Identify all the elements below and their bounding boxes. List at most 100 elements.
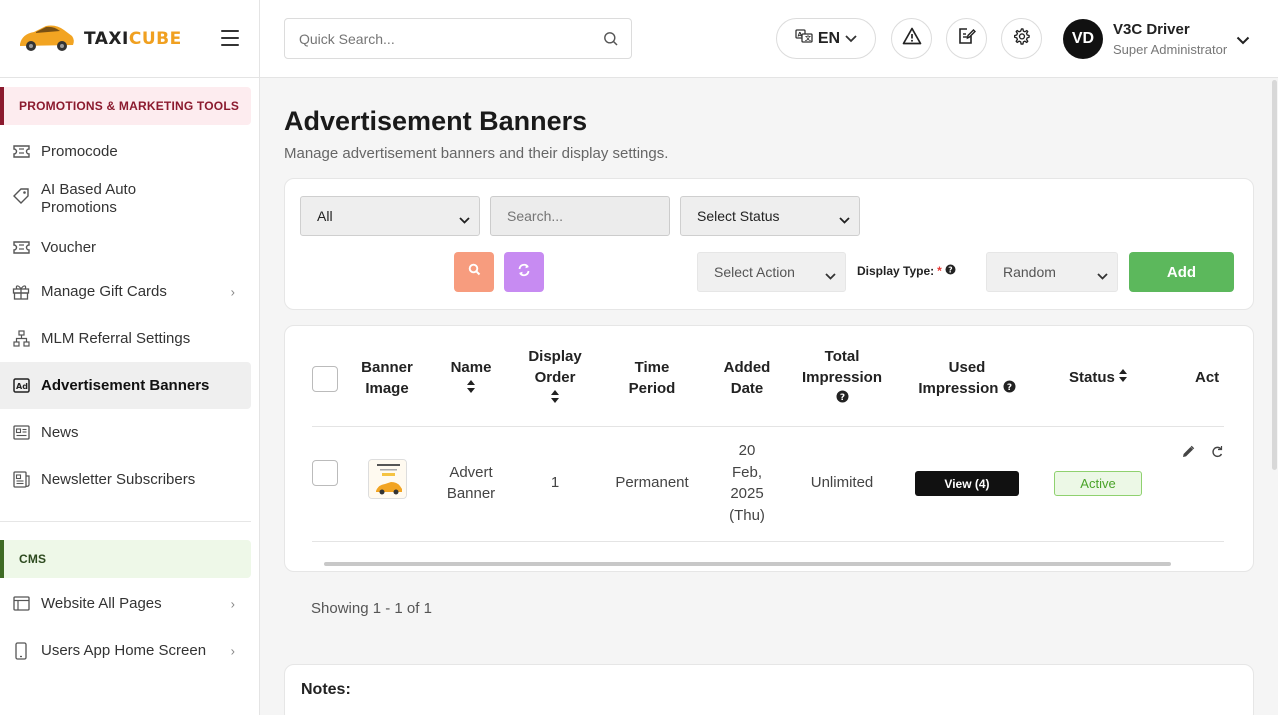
ad-icon: Ad xyxy=(12,377,30,395)
notes-panel: Notes: xyxy=(284,664,1254,715)
scope-select-value: All xyxy=(317,208,333,224)
horizontal-scrollbar[interactable] xyxy=(324,562,1171,566)
network-icon xyxy=(12,330,30,348)
brand-name-part1: TAXI xyxy=(84,28,129,49)
sidebar-item-mlm-referral[interactable]: MLM Referral Settings xyxy=(0,315,251,362)
cell-text: 2025 xyxy=(730,485,764,502)
view-impressions-button[interactable]: View (4) xyxy=(915,471,1019,496)
search-icon[interactable] xyxy=(603,31,619,52)
column-header-total-impression: Total Impression? xyxy=(793,346,891,409)
column-header-action: Act xyxy=(1195,369,1220,386)
column-header-used-impression: Used Impression ? xyxy=(901,357,1033,399)
sidebar-item-newsletter[interactable]: Newsletter Subscribers xyxy=(0,456,251,503)
svg-text:文: 文 xyxy=(804,35,812,43)
banner-thumbnail[interactable] xyxy=(368,459,407,499)
quick-search[interactable] xyxy=(284,18,632,59)
header-line: Image xyxy=(365,380,409,397)
header-line: Used xyxy=(948,359,986,376)
user-role: Super Administrator xyxy=(1113,42,1228,57)
action-select[interactable]: Select Action xyxy=(697,252,846,292)
header-divider xyxy=(312,426,1224,427)
pencil-icon[interactable] xyxy=(1181,445,1195,464)
avatar[interactable]: VD xyxy=(1063,19,1103,59)
svg-text:?: ? xyxy=(1006,383,1011,393)
row-checkbox[interactable] xyxy=(312,460,338,486)
svg-text:?: ? xyxy=(839,393,844,403)
logo-bar: TAXICUBE xyxy=(0,0,259,78)
search-input[interactable] xyxy=(507,208,657,224)
ticket-icon xyxy=(12,238,30,256)
status-badge[interactable]: Active xyxy=(1054,471,1142,496)
sort-icon[interactable] xyxy=(1119,369,1127,386)
column-header-name[interactable]: Name xyxy=(435,357,507,399)
sidebar-item-voucher[interactable]: Voucher xyxy=(0,226,251,268)
sidebar-item-users-app-home[interactable]: Users App Home Screen › xyxy=(0,627,251,674)
cell-text: (Thu) xyxy=(729,506,765,524)
sidebar-item-label: Users App Home Screen xyxy=(41,642,207,659)
sidebar-item-label: Manage Gift Cards xyxy=(41,283,167,300)
sidebar-item-label: MLM Referral Settings xyxy=(41,330,191,347)
sidebar-item-news[interactable]: News xyxy=(0,409,251,456)
section-promotions: PROMOTIONS & MARKETING TOOLS xyxy=(0,87,251,125)
header-line: Total xyxy=(824,348,860,365)
select-all-checkbox[interactable] xyxy=(312,366,338,392)
add-button[interactable]: Add xyxy=(1129,252,1234,292)
chevron-right-icon: › xyxy=(230,643,235,658)
settings-button[interactable] xyxy=(1001,18,1042,59)
question-circle-icon[interactable]: ? xyxy=(945,264,956,278)
status-select[interactable]: Select Status xyxy=(680,196,860,236)
column-header-display-order[interactable]: Display Order xyxy=(517,346,593,409)
sidebar-item-website-pages[interactable]: Website All Pages › xyxy=(0,580,251,627)
search-icon xyxy=(468,263,481,281)
search-field[interactable] xyxy=(490,196,670,236)
brand-name: TAXICUBE xyxy=(84,29,182,49)
sidebar-divider xyxy=(0,521,251,522)
top-bar: A文 EN VD V3C Driver Super Administrator xyxy=(260,0,1278,78)
notes-button[interactable] xyxy=(946,18,987,59)
refresh-icon xyxy=(517,263,531,282)
chevron-down-icon[interactable] xyxy=(1236,32,1250,50)
sidebar-item-advertisement-banners[interactable]: Ad Advertisement Banners xyxy=(0,362,251,409)
mobile-icon xyxy=(12,641,30,660)
cell-text: Feb, xyxy=(731,463,762,481)
brand-name-part2: CUBE xyxy=(128,28,182,49)
pagination-summary: Showing 1 - 1 of 1 xyxy=(311,600,432,617)
sidebar-item-ai-promotions[interactable]: AI Based Auto Promotions xyxy=(0,174,251,226)
sort-icon[interactable] xyxy=(467,380,475,397)
language-selector[interactable]: A文 EN xyxy=(776,18,876,59)
cell-time-period: Permanent xyxy=(615,474,689,491)
search-button[interactable] xyxy=(454,252,494,292)
question-circle-icon[interactable]: ? xyxy=(1003,380,1016,397)
reset-button[interactable] xyxy=(504,252,544,292)
filter-panel: All Select Status Select Action Display … xyxy=(284,178,1254,310)
alerts-button[interactable] xyxy=(891,18,932,59)
taxi-logo-icon[interactable] xyxy=(16,21,76,57)
row-divider xyxy=(312,541,1224,542)
sidebar-item-label: News xyxy=(41,424,79,441)
header-line: Banner xyxy=(361,359,413,376)
display-type-value: Random xyxy=(1003,264,1056,280)
sidebar-item-label: Promocode xyxy=(41,143,118,160)
page-title: Advertisement Banners xyxy=(284,106,588,136)
column-header-status[interactable]: Status xyxy=(1045,367,1151,388)
sort-icon[interactable] xyxy=(551,390,559,407)
status-select-value: Select Status xyxy=(697,208,780,224)
translate-icon: A文 xyxy=(795,28,813,49)
sidebar-item-gift-cards[interactable]: Manage Gift Cards › xyxy=(0,268,251,315)
user-name[interactable]: V3C Driver xyxy=(1113,21,1190,38)
banners-table: Banner Image Name Display Order Time Period… xyxy=(284,325,1254,572)
gift-icon xyxy=(12,283,30,301)
display-type-text: Display Type: xyxy=(857,264,935,278)
menu-toggle-icon[interactable] xyxy=(221,30,239,46)
refresh-icon[interactable] xyxy=(1211,445,1223,463)
sidebar-item-promocode[interactable]: Promocode xyxy=(0,129,251,174)
quick-search-input[interactable] xyxy=(299,30,589,47)
vertical-scrollbar[interactable] xyxy=(1272,80,1277,470)
scope-select[interactable]: All xyxy=(300,196,480,236)
header-line: Display xyxy=(528,348,582,365)
sidebar: TAXICUBE PROMOTIONS & MARKETING TOOLS Pr… xyxy=(0,0,260,715)
question-circle-icon[interactable]: ? xyxy=(836,390,849,407)
display-type-select[interactable]: Random xyxy=(986,252,1118,292)
header-line: Date xyxy=(730,380,764,397)
chevron-down-icon xyxy=(459,211,470,227)
